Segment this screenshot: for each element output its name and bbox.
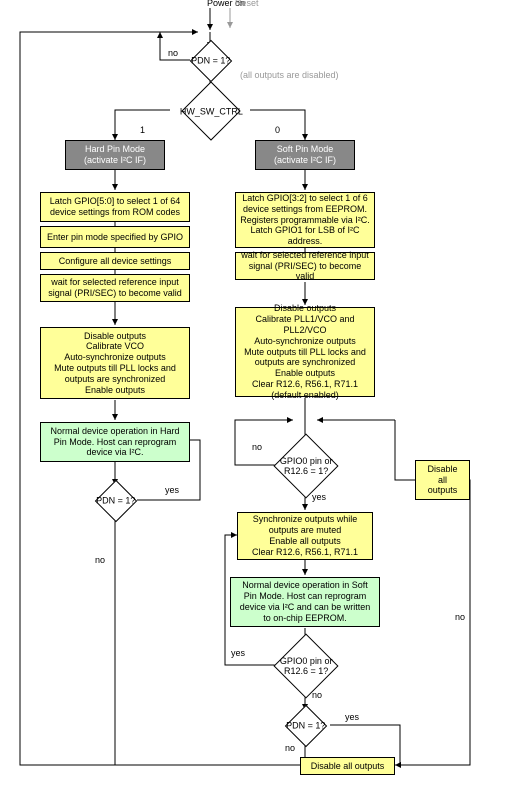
edge-no-gpio2: no (312, 690, 322, 700)
soft-sync-outputs: Synchronize outputs while outputs are mu… (237, 512, 373, 560)
hard-latch-gpio: Latch GPIO[5:0] to select 1 of 64 device… (40, 192, 190, 222)
all-outputs-disabled-note: (all outputs are disabled) (240, 70, 339, 80)
hard-configure-settings: Configure all device settings (40, 252, 190, 270)
hard-enter-pin-mode: Enter pin mode specified by GPIO (40, 226, 190, 248)
edge-no-gpio1: no (252, 442, 262, 452)
decision-pdn-top: PDN = 1? (190, 40, 232, 82)
decision-pdn-soft: PDN = 1? (285, 705, 327, 747)
soft-wait-ref: wait for selected reference input signal… (235, 252, 375, 280)
edge-no-right: no (455, 612, 465, 622)
hard-normal-operation: Normal device operation in Hard Pin Mode… (40, 422, 190, 462)
edge-yes-gpio1: yes (312, 492, 326, 502)
decision-hw-sw-ctrl: HW_SW_CTRL (181, 81, 240, 140)
soft-disable-outputs-2: Disable all outputs (300, 757, 395, 775)
edge-yes-pdn2: yes (345, 712, 359, 722)
soft-pin-mode-title: Soft Pin Mode (activate I²C IF) (255, 140, 355, 170)
reset-label: Reset (235, 0, 259, 8)
edge-yes-gpio2: yes (231, 648, 245, 658)
edge-yes-hard: yes (165, 485, 179, 495)
soft-disable-outputs-1: Disable all outputs (415, 460, 470, 500)
soft-latch-gpio: Latch GPIO[3:2] to select 1 of 6 device … (235, 192, 375, 248)
hard-wait-ref: wait for selected reference input signal… (40, 274, 190, 302)
edge-0: 0 (275, 125, 280, 135)
soft-normal-operation: Normal device operation in Soft Pin Mode… (230, 577, 380, 627)
flow-arrows (0, 0, 510, 802)
edge-no: no (168, 48, 178, 58)
hard-calibrate-vco: Disable outputs Calibrate VCO Auto-synch… (40, 327, 190, 399)
soft-calibrate-pll: Disable outputs Calibrate PLL1/VCO and P… (235, 307, 375, 397)
hard-pin-mode-title: Hard Pin Mode (activate I²C IF) (65, 140, 165, 170)
decision-pdn-hard: PDN = 1? (95, 480, 137, 522)
edge-no-hard: no (95, 555, 105, 565)
edge-1: 1 (140, 125, 145, 135)
decision-gpio0-1: GPIO0 pin or R12.6 = 1? (273, 433, 338, 498)
edge-no-pdn2: no (285, 743, 295, 753)
decision-gpio0-2: GPIO0 pin or R12.6 = 1? (273, 633, 338, 698)
